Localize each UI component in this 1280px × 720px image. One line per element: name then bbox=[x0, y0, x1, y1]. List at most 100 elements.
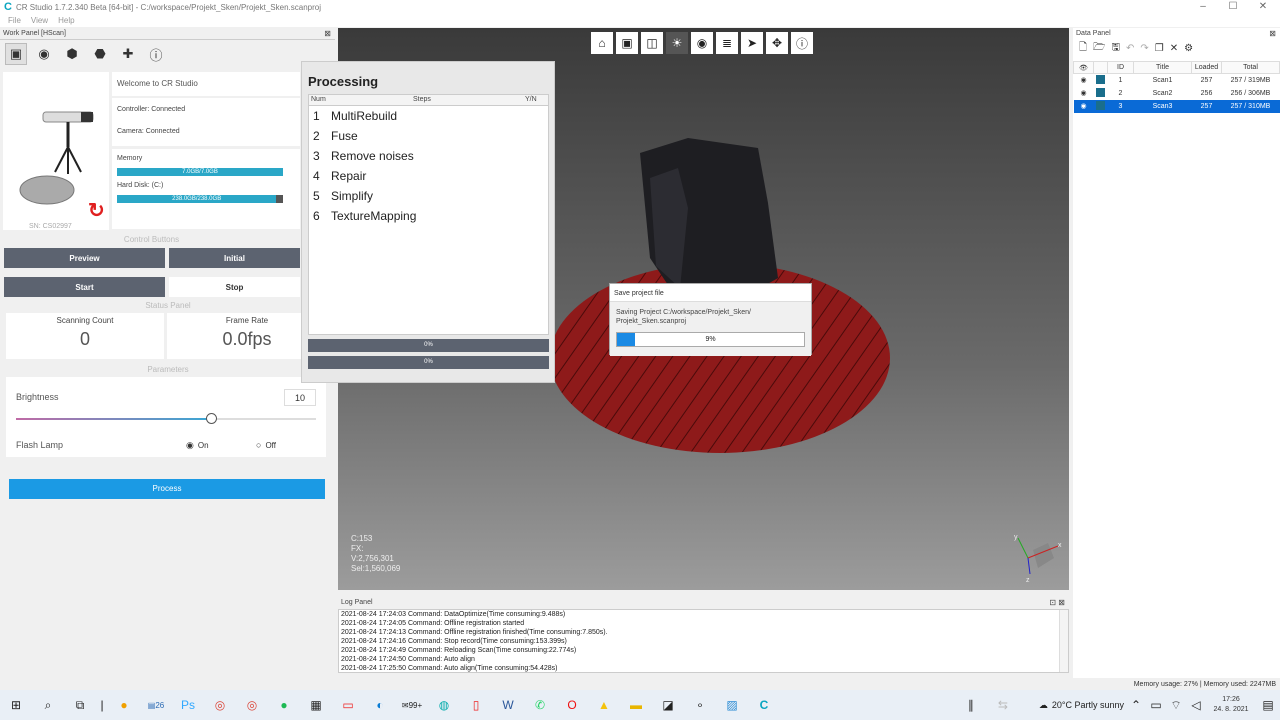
cr-studio-icon[interactable]: C bbox=[750, 692, 778, 718]
photoshop-icon[interactable]: Ps bbox=[174, 692, 202, 718]
color-swatch[interactable] bbox=[1096, 100, 1105, 110]
redo-icon[interactable]: ↷ bbox=[1140, 43, 1148, 54]
windows-start-icon[interactable]: ⊞ bbox=[2, 692, 30, 718]
color-swatch[interactable] bbox=[1096, 87, 1105, 97]
table-header: 👁 ID Title Loaded Total bbox=[1073, 61, 1280, 74]
step-row[interactable]: 6 TextureMapping bbox=[309, 206, 548, 226]
chrome-icon[interactable]: ◎ bbox=[206, 692, 234, 718]
whatsapp-icon[interactable]: ✆ bbox=[526, 692, 554, 718]
log-list[interactable]: 2021-08-24 17:24:03 Command: DataOptimiz… bbox=[338, 609, 1069, 673]
search-icon[interactable]: ⌕ bbox=[34, 692, 62, 718]
processing-dialog: Processing Num Steps Y/N 1 MultiRebuild 2… bbox=[301, 61, 555, 383]
step-row[interactable]: 1 MultiRebuild bbox=[309, 106, 548, 126]
opera-icon[interactable]: O bbox=[558, 692, 586, 718]
open-folder-icon[interactable]: 🗁 bbox=[1093, 40, 1105, 57]
log-line: 2021-08-24 17:24:16 Command: Stop record… bbox=[341, 638, 567, 645]
word-icon[interactable]: W bbox=[494, 692, 522, 718]
volume-icon[interactable]: ◁ bbox=[1188, 692, 1204, 718]
log-line: 2021-08-24 17:25:50 Command: Auto align(… bbox=[341, 665, 558, 672]
task-view-icon[interactable]: ⧉ bbox=[66, 692, 94, 718]
log-panel-close-icon[interactable]: ⊡ ⊠ bbox=[1049, 597, 1065, 609]
taskbar-badge: 99+ bbox=[408, 700, 423, 710]
app-icon[interactable]: ● bbox=[110, 692, 138, 718]
settings-icon[interactable]: ⚙ bbox=[1184, 43, 1193, 54]
step-row[interactable]: 3 Remove noises bbox=[309, 146, 548, 166]
pdf-icon[interactable]: ▯ bbox=[462, 692, 490, 718]
folder-icon[interactable]: ▬ bbox=[622, 692, 650, 718]
data-panel-title: Data Panel bbox=[1076, 30, 1111, 37]
clock[interactable]: 17:26 24. 8. 2021 bbox=[1206, 695, 1256, 715]
row-loaded: 257 bbox=[1200, 76, 1213, 84]
initial-button[interactable]: Initial bbox=[169, 248, 300, 268]
step-row[interactable]: 4 Repair bbox=[309, 166, 548, 186]
table-row[interactable]: ◉ 2 Scan2 256 256 / 306MB bbox=[1074, 87, 1280, 100]
wifi-icon[interactable]: ⌔ bbox=[1168, 692, 1184, 718]
preview-button[interactable]: Preview bbox=[4, 248, 165, 268]
photos-icon[interactable]: ▨ bbox=[718, 692, 746, 718]
log-scrollbar[interactable] bbox=[1059, 610, 1068, 672]
menu-help[interactable]: Help bbox=[58, 14, 74, 27]
eye-icon[interactable]: ◉ bbox=[33, 43, 55, 65]
flash-on-radio[interactable]: ◉ On bbox=[186, 440, 209, 451]
brightness-input[interactable]: 10 bbox=[284, 389, 316, 406]
pen-icon[interactable]: ∥ bbox=[957, 692, 985, 718]
table-row-selected[interactable]: ◉ 3 Scan3 257 257 / 310MB bbox=[1073, 99, 1280, 113]
processing-progress-bar-total: 0% bbox=[308, 356, 549, 369]
mail-icon[interactable]: ✉ 99+ bbox=[398, 692, 426, 718]
store-icon[interactable]: ▦ bbox=[302, 692, 330, 718]
shape-icon[interactable]: ⬣ bbox=[89, 43, 111, 65]
close-icon[interactable]: ⊠ bbox=[324, 28, 331, 40]
cube-icon[interactable]: ⬢ bbox=[61, 43, 83, 65]
flash-off-radio[interactable]: ○ Off bbox=[256, 440, 276, 450]
parameters-label: Parameters bbox=[147, 365, 189, 374]
edge-icon[interactable]: ◐ bbox=[366, 692, 394, 718]
memory-bar: 7.0GB/7.0GB bbox=[117, 168, 283, 176]
eye-icon[interactable]: ◉ bbox=[1073, 99, 1094, 113]
weather-widget[interactable]: ☁ 20°C Partly sunny bbox=[1039, 692, 1124, 718]
maximize-button[interactable]: ☐ bbox=[1218, 0, 1248, 14]
app-icon[interactable]: ▤ 26 bbox=[142, 692, 170, 718]
brightness-slider-handle[interactable] bbox=[206, 413, 217, 424]
step-row[interactable]: 5 Simplify bbox=[309, 186, 548, 206]
row-id: 1 bbox=[1118, 76, 1123, 84]
table-row[interactable]: ◉ 1 Scan1 257 257 / 319MB bbox=[1074, 74, 1280, 87]
chevron-up-icon[interactable]: ⌃ bbox=[1128, 692, 1144, 718]
stat-line: FX: bbox=[351, 544, 364, 553]
menu-view[interactable]: View bbox=[31, 14, 48, 27]
save-icon[interactable]: 🖫 bbox=[1111, 40, 1120, 57]
start-button[interactable]: Start bbox=[4, 277, 165, 297]
color-swatch[interactable] bbox=[1096, 74, 1105, 84]
refresh-icon[interactable]: ↻ bbox=[88, 198, 105, 223]
eye-icon[interactable]: ◉ bbox=[1074, 74, 1094, 87]
close-window-button[interactable]: ✕ bbox=[1248, 0, 1278, 14]
delete-icon[interactable]: ✕ bbox=[1170, 43, 1178, 54]
info-icon[interactable]: ⓘ bbox=[145, 43, 167, 65]
new-file-icon[interactable]: 🗋 bbox=[1079, 40, 1087, 57]
brightness-slider[interactable] bbox=[16, 413, 316, 424]
notifications-icon[interactable]: ▤ bbox=[1258, 692, 1278, 718]
step-row[interactable]: 2 Fuse bbox=[309, 126, 548, 146]
spotify-icon[interactable]: ● bbox=[270, 692, 298, 718]
app-icon[interactable]: ⇆ bbox=[989, 692, 1017, 718]
process-button[interactable]: Process bbox=[9, 479, 325, 499]
row-title: Scan2 bbox=[1152, 89, 1173, 97]
close-icon[interactable]: ⊠ bbox=[1269, 28, 1276, 40]
undo-icon[interactable]: ↶ bbox=[1126, 43, 1134, 54]
box-icon[interactable]: ▣ bbox=[5, 43, 27, 65]
stop-button[interactable]: Stop bbox=[169, 277, 300, 297]
chrome-icon[interactable]: ◎ bbox=[238, 692, 266, 718]
color-header bbox=[1093, 61, 1108, 74]
eye-icon[interactable]: ◉ bbox=[1074, 87, 1094, 100]
minimize-button[interactable]: – bbox=[1188, 0, 1218, 14]
app-icon[interactable]: ◍ bbox=[430, 692, 458, 718]
app-icon[interactable]: ▭ bbox=[334, 692, 362, 718]
copy-icon[interactable]: ❐ bbox=[1155, 43, 1164, 54]
menu-file[interactable]: File bbox=[8, 14, 21, 27]
puzzle-icon[interactable]: ✚ bbox=[117, 43, 139, 65]
flash-on-label: On bbox=[197, 441, 209, 450]
app-icon[interactable]: ◪ bbox=[654, 692, 682, 718]
network-icon[interactable]: ▭ bbox=[1148, 692, 1164, 718]
log-panel-title: Log Panel bbox=[341, 599, 373, 606]
app-icon[interactable]: ∘ bbox=[686, 692, 714, 718]
app-icon[interactable]: ▲ bbox=[590, 692, 618, 718]
